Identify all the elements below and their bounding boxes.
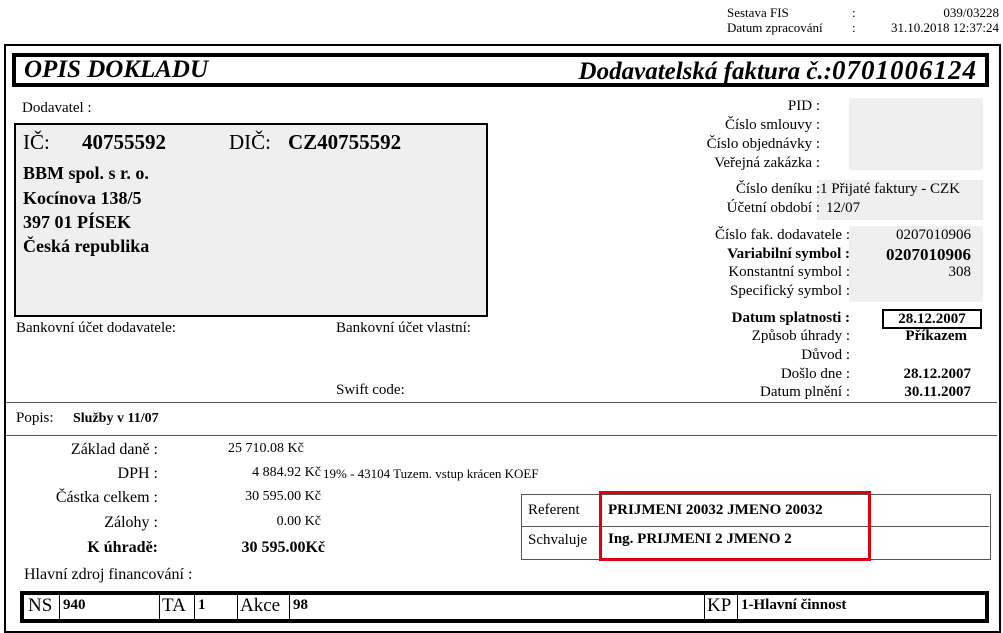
order-number-label: Číslo objednávky : (706, 136, 820, 152)
tax-base-label: Základ daně : (70, 441, 158, 458)
period-value: 12/07 (826, 200, 861, 216)
document-title: OPIS DOKLADU (24, 56, 209, 83)
due-date-label: Datum splatnosti : (731, 310, 850, 326)
received-date-label: Došlo dne : (780, 366, 850, 382)
referent-label: Referent (528, 502, 580, 518)
ic-value: 40755592 (82, 130, 166, 154)
divider (6, 402, 997, 403)
constant-symbol-label: Konstantní symbol : (728, 264, 850, 280)
report-number: 039/03228 (943, 5, 999, 20)
amount-to-pay-label: K úhradě: (87, 539, 158, 556)
dic-value: CZ40755592 (288, 130, 402, 154)
ta-value: 1 (198, 597, 206, 613)
fulfilment-date-value: 30.11.2007 (904, 384, 971, 400)
swift-code-label: Swift code: (336, 382, 405, 398)
kp-label: KP (707, 595, 732, 616)
kp-value: 1-Hlavní činnost (741, 597, 847, 613)
tax-base-value: 25 710.08 Kč (228, 441, 304, 456)
journal-label: Číslo deníku : (735, 181, 820, 197)
invoice-title: Dodavatelská faktura č.:0701006124 (579, 55, 977, 86)
supplier-street: Kocínova 138/5 (23, 188, 142, 208)
ns-value: 940 (63, 597, 86, 613)
date-colon: : (852, 20, 856, 35)
variable-symbol-value: 0207010906 (886, 245, 971, 264)
supplier-city: 397 01 PÍSEK (23, 212, 132, 232)
funding-divider (159, 595, 160, 619)
supplier-bank-account-label: Bankovní účet dodavatele: (16, 320, 176, 336)
highlight-box (599, 491, 871, 561)
supplier-invoice-label: Číslo fak. dodavatele : (715, 227, 850, 243)
supplier-invoice-value: 0207010906 (896, 227, 971, 243)
funding-divider (237, 595, 238, 619)
payment-method-value: Příkazem (905, 328, 967, 344)
funding-divider (704, 595, 705, 619)
received-date-value: 28.12.2007 (903, 366, 972, 382)
vat-label: DPH : (117, 465, 158, 482)
specific-symbol-label: Specifický symbol : (730, 283, 850, 299)
public-contract-label: Veřejná zakázka : (714, 155, 820, 171)
vat-value: 4 884.92 Kč (252, 465, 321, 480)
contract-number-label: Číslo smlouvy : (724, 117, 820, 133)
journal-value: 1 Přijaté faktury - CZK (820, 181, 960, 197)
reason-label: Důvod : (801, 347, 850, 363)
own-bank-account-label: Bankovní účet vlastní: (336, 320, 471, 336)
processing-date-label: Datum zpracování (727, 20, 823, 35)
advances-label: Zálohy : (104, 514, 158, 531)
funding-divider (289, 595, 290, 619)
pid-block-fields (849, 98, 983, 170)
funding-divider (737, 595, 738, 619)
divider (6, 435, 997, 436)
report-meta-values: 039/03228 31.10.2018 12:37:24 (891, 5, 999, 35)
invoice-number: 0701006124 (832, 55, 977, 85)
vat-note: 19% - 43104 Tuzem. vstup krácen KOEF (323, 466, 539, 481)
supplier-section-label: Dodavatel : (22, 100, 92, 116)
funding-divider (59, 595, 60, 619)
report-colon: : (852, 5, 856, 20)
akce-label: Akce (240, 595, 281, 616)
amount-to-pay-value: 30 595.00Kč (241, 539, 325, 556)
ns-label: NS (28, 595, 53, 616)
report-label: Sestava FIS (727, 5, 789, 20)
period-label: Účetní období : (726, 200, 820, 216)
funding-divider (194, 595, 195, 619)
invoice-title-prefix: Dodavatelská faktura č.: (578, 58, 832, 85)
description-value: Služby v 11/07 (73, 411, 159, 426)
pid-label: PID : (787, 98, 820, 114)
akce-value: 98 (293, 597, 308, 613)
ic-label: IČ: (23, 130, 50, 154)
advances-value: 0.00 Kč (276, 514, 321, 529)
ta-label: TA (162, 595, 186, 616)
supplier-country: Česká republika (23, 236, 150, 256)
total-amount-value: 30 595.00 Kč (245, 489, 321, 504)
payment-method-label: Způsob úhrady : (751, 328, 850, 344)
supplier-name: BBM spol. s r. o. (23, 163, 149, 183)
dic-label: DIČ: (229, 130, 271, 154)
report-meta-colons: : : (852, 5, 856, 35)
constant-symbol-value: 308 (948, 264, 972, 280)
approver-label: Schvaluje (528, 532, 588, 548)
processing-date: 31.10.2018 12:37:24 (891, 20, 999, 35)
description-label: Popis: (16, 410, 54, 426)
total-amount-label: Částka celkem : (55, 489, 158, 506)
report-meta-labels: Sestava FIS Datum zpracování (727, 5, 823, 35)
variable-symbol-label: Variabilní symbol : (727, 246, 850, 262)
funding-source-label: Hlavní zdroj financování : (24, 566, 193, 583)
due-date-value: 28.12.2007 (882, 309, 982, 329)
fulfilment-date-label: Datum plnění : (760, 384, 850, 400)
